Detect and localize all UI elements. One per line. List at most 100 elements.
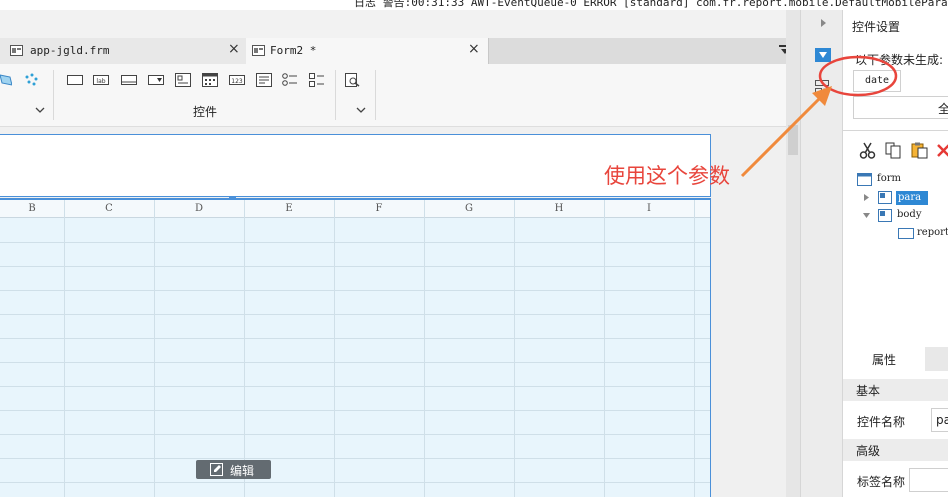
generate-all-button[interactable]: 全 [853, 96, 948, 119]
layout-icon[interactable] [0, 73, 12, 87]
close-icon[interactable]: × [468, 41, 480, 57]
delete-icon[interactable] [937, 143, 948, 158]
form-file-icon [10, 45, 23, 56]
expand-arrow-icon[interactable] [863, 193, 870, 202]
grid-line [0, 458, 710, 459]
grid-line [0, 434, 710, 435]
edit-button[interactable]: 编辑 [196, 460, 271, 479]
column-label[interactable]: B [0, 200, 64, 217]
column-label[interactable]: H [514, 200, 604, 217]
report-widget-icon [898, 228, 914, 239]
tree-node-para[interactable]: para [896, 191, 928, 205]
toolbar-separator [375, 70, 376, 120]
chevron-down-icon[interactable] [35, 106, 45, 114]
scatter-icon[interactable] [24, 73, 40, 87]
button-widget-icon[interactable] [121, 73, 137, 87]
grid-line [0, 242, 710, 243]
checkbox-group-widget-icon[interactable] [309, 73, 325, 87]
triangle-down-icon [819, 52, 827, 58]
document-tab-bar: app-jgld.frm × Form2 * × [0, 38, 791, 64]
form-icon [857, 173, 872, 186]
column-label[interactable]: C [64, 200, 154, 217]
combobox-widget-icon[interactable] [148, 73, 164, 87]
body-pane-icon [878, 209, 892, 222]
textarea-widget-icon[interactable] [256, 73, 272, 87]
grid-line [604, 200, 605, 497]
column-label[interactable]: I [604, 200, 694, 217]
params-not-generated-label: 以下参数未生成: [855, 53, 944, 67]
section-basic[interactable]: 基本 [843, 379, 948, 401]
toolbar-separator [335, 70, 336, 120]
grid-line [0, 410, 710, 411]
widget-settings-panel: 控件设置 以下参数未生成: date 全 form para body repo… [842, 10, 948, 497]
generate-all-label: 全 [938, 102, 948, 116]
panel-title: 控件设置 [852, 20, 901, 34]
report-body-pane[interactable]: B C D E F G H I 编辑 [0, 198, 711, 497]
cut-icon[interactable] [859, 142, 876, 159]
annotation-text: 使用这个参数 [604, 164, 730, 188]
widget-toolbar: lab 123 控件 [0, 64, 800, 127]
grid-line [0, 482, 710, 483]
label-widget-icon[interactable]: lab [93, 73, 109, 87]
edit-icon [210, 463, 223, 476]
section-basic-label: 基本 [856, 384, 881, 398]
text-field-widget-icon[interactable] [67, 73, 83, 87]
grid-line [244, 200, 245, 497]
grid-line [334, 200, 335, 497]
widget-settings-toggle[interactable] [815, 48, 831, 62]
collapse-arrow-icon[interactable] [862, 212, 871, 219]
grid-line [0, 338, 710, 339]
para-pane-icon [878, 191, 892, 204]
toolbar-separator [53, 70, 54, 120]
grid-line [0, 314, 710, 315]
log-bar: 日志 警告:00:31:33 AWT-EventQueue-0 ERROR [s… [0, 0, 948, 10]
tree-node-body[interactable]: body [897, 209, 921, 220]
section-advanced-label: 高级 [856, 444, 881, 458]
grid-line [514, 200, 515, 497]
widget-section-label: 控件 [193, 105, 218, 119]
paste-icon[interactable] [911, 142, 928, 159]
widget-name-value: pa [936, 413, 948, 427]
widget-tree-icon[interactable] [815, 80, 829, 94]
grid-line [64, 200, 65, 497]
tab-app-jgld[interactable]: app-jgld.frm × [0, 38, 247, 64]
divider [843, 130, 948, 131]
right-icon-strip [800, 10, 843, 497]
widget-name-label: 控件名称 [857, 415, 906, 429]
property-tabs: 属性 [843, 347, 948, 371]
column-label[interactable]: E [244, 200, 334, 217]
canvas-vertical-scrollbar[interactable] [786, 10, 800, 497]
tab-properties[interactable]: 属性 [843, 347, 925, 371]
svg-text:123: 123 [231, 78, 243, 85]
edit-button-label: 编辑 [230, 464, 255, 478]
chevron-right-icon[interactable] [820, 18, 827, 28]
svg-text:lab: lab [96, 78, 105, 85]
widget-name-input[interactable]: pa [931, 408, 948, 432]
scrollbar-thumb[interactable] [788, 125, 798, 155]
param-chip-date[interactable]: date [853, 70, 901, 92]
column-label[interactable]: D [154, 200, 244, 217]
section-advanced[interactable]: 高级 [843, 439, 948, 461]
chevron-down-icon[interactable] [356, 106, 366, 114]
tree-node-report[interactable]: report [917, 227, 948, 238]
column-label[interactable]: F [334, 200, 424, 217]
grid-line [154, 200, 155, 497]
grid-line [0, 386, 710, 387]
radio-group-widget-icon[interactable] [282, 73, 298, 87]
copy-icon[interactable] [885, 142, 902, 159]
tab-label: Form2 * [270, 44, 317, 57]
tab-form2[interactable]: Form2 * × [246, 38, 489, 64]
grid-line [0, 290, 710, 291]
search-query-widget-icon[interactable] [345, 73, 361, 87]
close-icon[interactable]: × [228, 41, 240, 57]
tree-node-form[interactable]: form [877, 173, 901, 184]
number-widget-icon[interactable]: 123 [229, 73, 245, 87]
column-label[interactable]: G [424, 200, 514, 217]
label-name-input[interactable] [909, 468, 948, 492]
grid-line [694, 200, 695, 497]
tab-label: app-jgld.frm [30, 44, 110, 57]
tree-combobox-widget-icon[interactable] [175, 73, 191, 87]
grid-line [0, 362, 710, 363]
calendar-widget-icon[interactable] [202, 73, 218, 87]
form-file-icon [252, 45, 265, 56]
